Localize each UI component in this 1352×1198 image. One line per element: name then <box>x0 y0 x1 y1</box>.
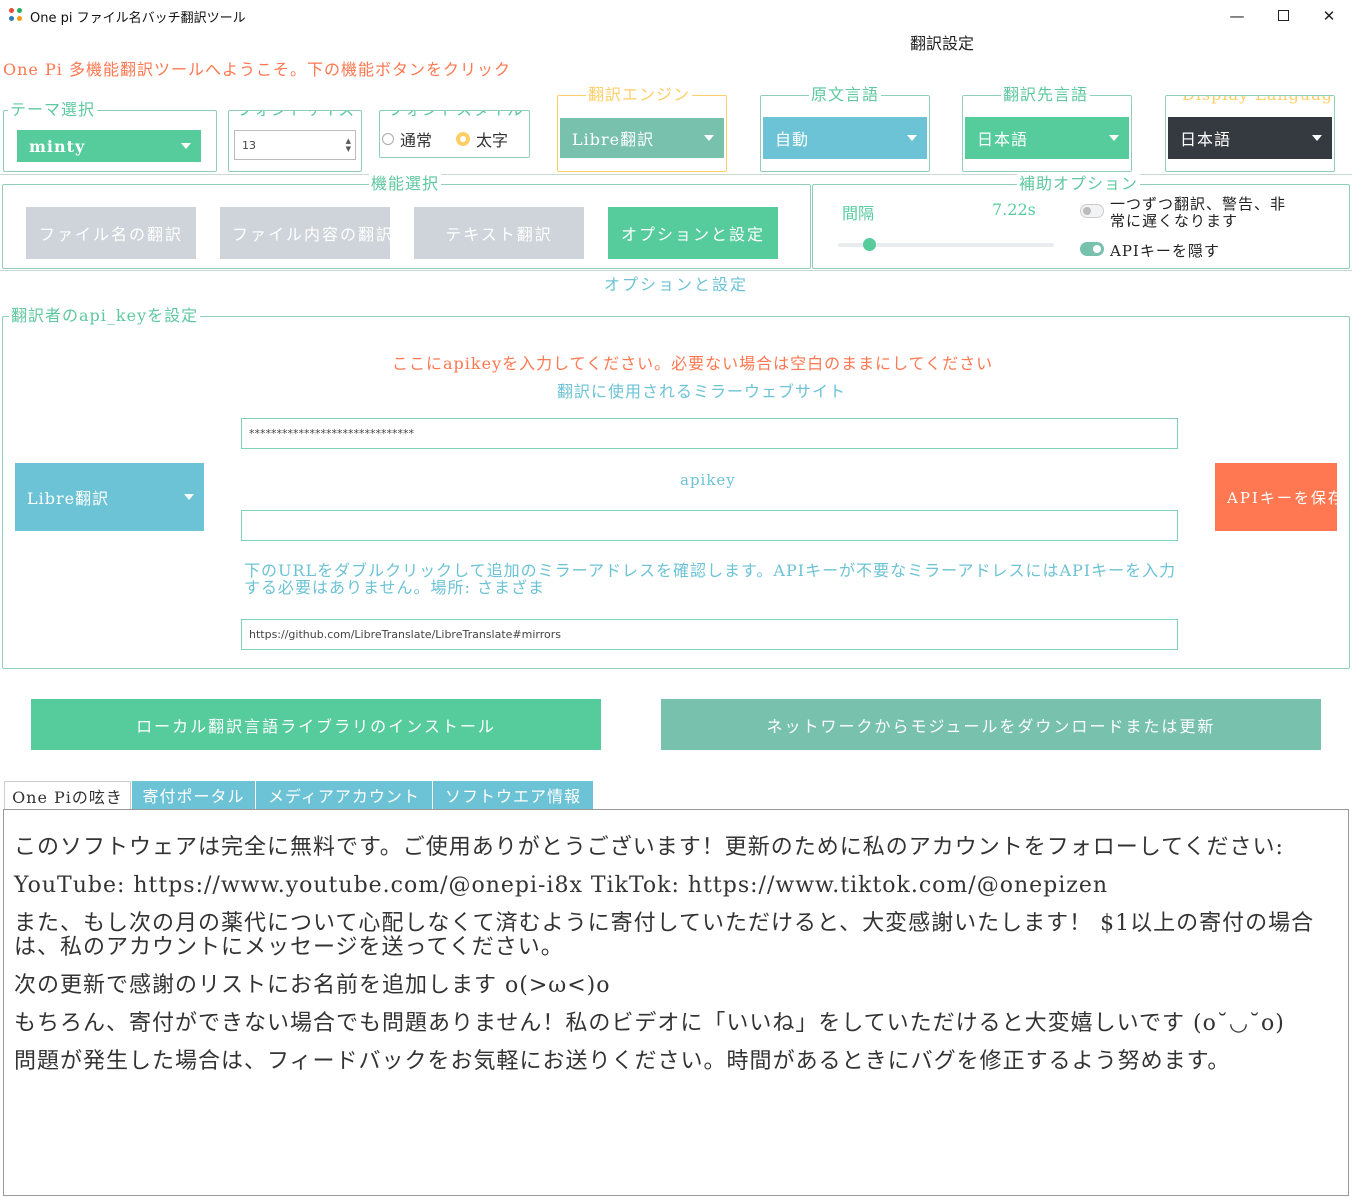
interval-value: 7.22s <box>992 200 1036 219</box>
display-lang-select[interactable]: 日本語 <box>1168 117 1332 159</box>
radio-on-icon <box>456 132 470 146</box>
target-lang-select[interactable]: 日本語 <box>965 117 1129 159</box>
section-title: オプションと設定 <box>604 275 749 294</box>
engine-select-value: Libre翻訳 <box>572 130 655 149</box>
interval-label: 間隔 <box>842 204 875 223</box>
filename-translate-button[interactable]: ファイル名の翻訳 <box>26 207 196 259</box>
save-apikey-button[interactable]: APIキーを保存 <box>1215 463 1337 531</box>
source-lang-group-title: 原文言語 <box>809 85 882 105</box>
theme-group-title: テーマ選択 <box>8 100 98 120</box>
hide-apikey-label: APIキーを隠す <box>1110 242 1220 260</box>
tab-software-info[interactable]: ソフトウエア情報 <box>433 781 593 809</box>
aux-group-title: 補助オプション <box>1017 174 1141 194</box>
note-paragraph: また、もし次の月の薬代について心配しなくて済むように寄付していただけると、大変感… <box>14 911 1315 960</box>
tab-media[interactable]: メディアアカウント <box>256 781 432 809</box>
chevron-down-icon <box>1312 135 1322 141</box>
toggle-knob <box>1093 245 1101 253</box>
sequential-translate-label: 一つずつ翻訳、警告、非常に遅くなります <box>1110 195 1287 230</box>
font-style-normal-radio[interactable]: 通常 <box>382 130 433 150</box>
tab-donate[interactable]: 寄付ポータル <box>132 781 255 809</box>
welcome-text: One Pi 多機能翻訳ツールへようこそ。下の機能ボタンをクリック <box>3 60 511 79</box>
file-content-translate-button[interactable]: ファイル内容の翻訳 <box>220 207 390 259</box>
font-style-bold-radio[interactable]: 太字 <box>456 130 509 150</box>
maximize-button[interactable] <box>1260 0 1306 31</box>
note-paragraph: このソフトウェアは完全に無料です。ご使用ありがとうございます！更新のために私のア… <box>14 835 1284 860</box>
chevron-down-icon <box>1109 135 1119 141</box>
app-logo-icon <box>9 8 23 22</box>
font-style-normal-label: 通常 <box>400 131 433 150</box>
font-style-bold-label: 太字 <box>476 131 509 150</box>
function-group-title: 機能選択 <box>369 174 442 194</box>
chevron-down-icon <box>907 135 917 141</box>
divider <box>0 174 1352 175</box>
chevron-down-icon <box>704 135 714 141</box>
engine-select[interactable]: Libre翻訳 <box>560 118 724 158</box>
tab-onepi[interactable]: One Piの呟き <box>4 781 131 809</box>
interval-slider[interactable] <box>838 238 1054 251</box>
target-lang-group-title: 翻訳先言語 <box>1001 85 1091 105</box>
api-engine-value: Libre翻訳 <box>27 489 110 508</box>
engine-group-title: 翻訳エンジン <box>586 85 693 105</box>
font-style-group-title: フォントスタイル <box>386 111 527 120</box>
display-lang-group-title: Display Language <box>1180 96 1334 105</box>
url-note: 下のURLをダブルクリックして追加のミラーアドレスを確認します。APIキーが不要… <box>244 562 1177 597</box>
mirror-url-input[interactable]: https://github.com/LibreTranslate/LibreT… <box>241 619 1178 650</box>
maximize-icon <box>1277 10 1289 21</box>
message-textarea[interactable]: このソフトウェアは完全に無料です。ご使用ありがとうございます！更新のために私のア… <box>3 809 1349 1196</box>
note-paragraph: もちろん、寄付ができない場合でも問題ありません！私のビデオに「いいね」をしていた… <box>14 1011 1285 1036</box>
apikey-label: apikey <box>680 471 736 489</box>
target-lang-value: 日本語 <box>977 130 1029 149</box>
chevron-down-icon <box>181 143 191 149</box>
chevron-down-icon <box>184 494 194 500</box>
theme-select[interactable]: minty <box>17 130 201 162</box>
theme-select-value: minty <box>29 136 86 156</box>
api-hint: ここにapikeyを入力してください。必要ない場合は空白のままにしてください <box>392 354 994 373</box>
slider-handle[interactable] <box>863 238 876 251</box>
radio-off-icon <box>382 133 394 145</box>
mirror-input[interactable]: ****************************** <box>241 418 1178 449</box>
sequential-translate-toggle[interactable] <box>1080 204 1104 218</box>
minimize-button[interactable]: — <box>1214 0 1260 31</box>
apikey-input[interactable] <box>241 510 1178 541</box>
options-settings-button[interactable]: オプションと設定 <box>608 207 778 259</box>
font-size-value: 13 <box>242 138 256 152</box>
api-group-title: 翻訳者のapi_keyを設定 <box>9 306 201 326</box>
toggle-knob <box>1083 207 1091 215</box>
font-size-group-title: フォントサイズ <box>235 111 358 120</box>
download-modules-button[interactable]: ネットワークからモジュールをダウンロードまたは更新 <box>661 699 1321 750</box>
close-icon: ✕ <box>1322 6 1336 25</box>
mirror-label: 翻訳に使用されるミラーウェブサイト <box>557 382 847 401</box>
source-lang-select[interactable]: 自動 <box>763 117 927 159</box>
display-lang-value: 日本語 <box>1180 130 1232 149</box>
font-size-spinbox[interactable]: 13 ▲ ▼ <box>234 130 356 160</box>
source-lang-value: 自動 <box>775 130 810 149</box>
note-paragraph: 問題が発生した場合は、フィードバックをお気軽にお送りください。時間があるときにバ… <box>14 1049 1231 1074</box>
text-translate-button[interactable]: テキスト翻訳 <box>414 207 584 259</box>
window-title: One pi ファイル名バッチ翻訳ツール <box>30 11 246 26</box>
install-library-button[interactable]: ローカル翻訳言語ライブラリのインストール <box>31 699 601 750</box>
settings-header: 翻訳設定 <box>910 34 975 53</box>
note-paragraph: 次の更新で感謝のリストにお名前を追加します o(>ω<)o <box>14 973 611 998</box>
api-engine-select[interactable]: Libre翻訳 <box>15 463 204 531</box>
note-paragraph: YouTube: https://www.youtube.com/@onepi-… <box>14 873 1109 898</box>
close-button[interactable]: ✕ <box>1306 0 1352 31</box>
minimize-icon: — <box>1229 6 1245 25</box>
hide-apikey-toggle[interactable] <box>1080 242 1104 256</box>
spin-arrows-icon[interactable]: ▲ ▼ <box>346 137 351 153</box>
